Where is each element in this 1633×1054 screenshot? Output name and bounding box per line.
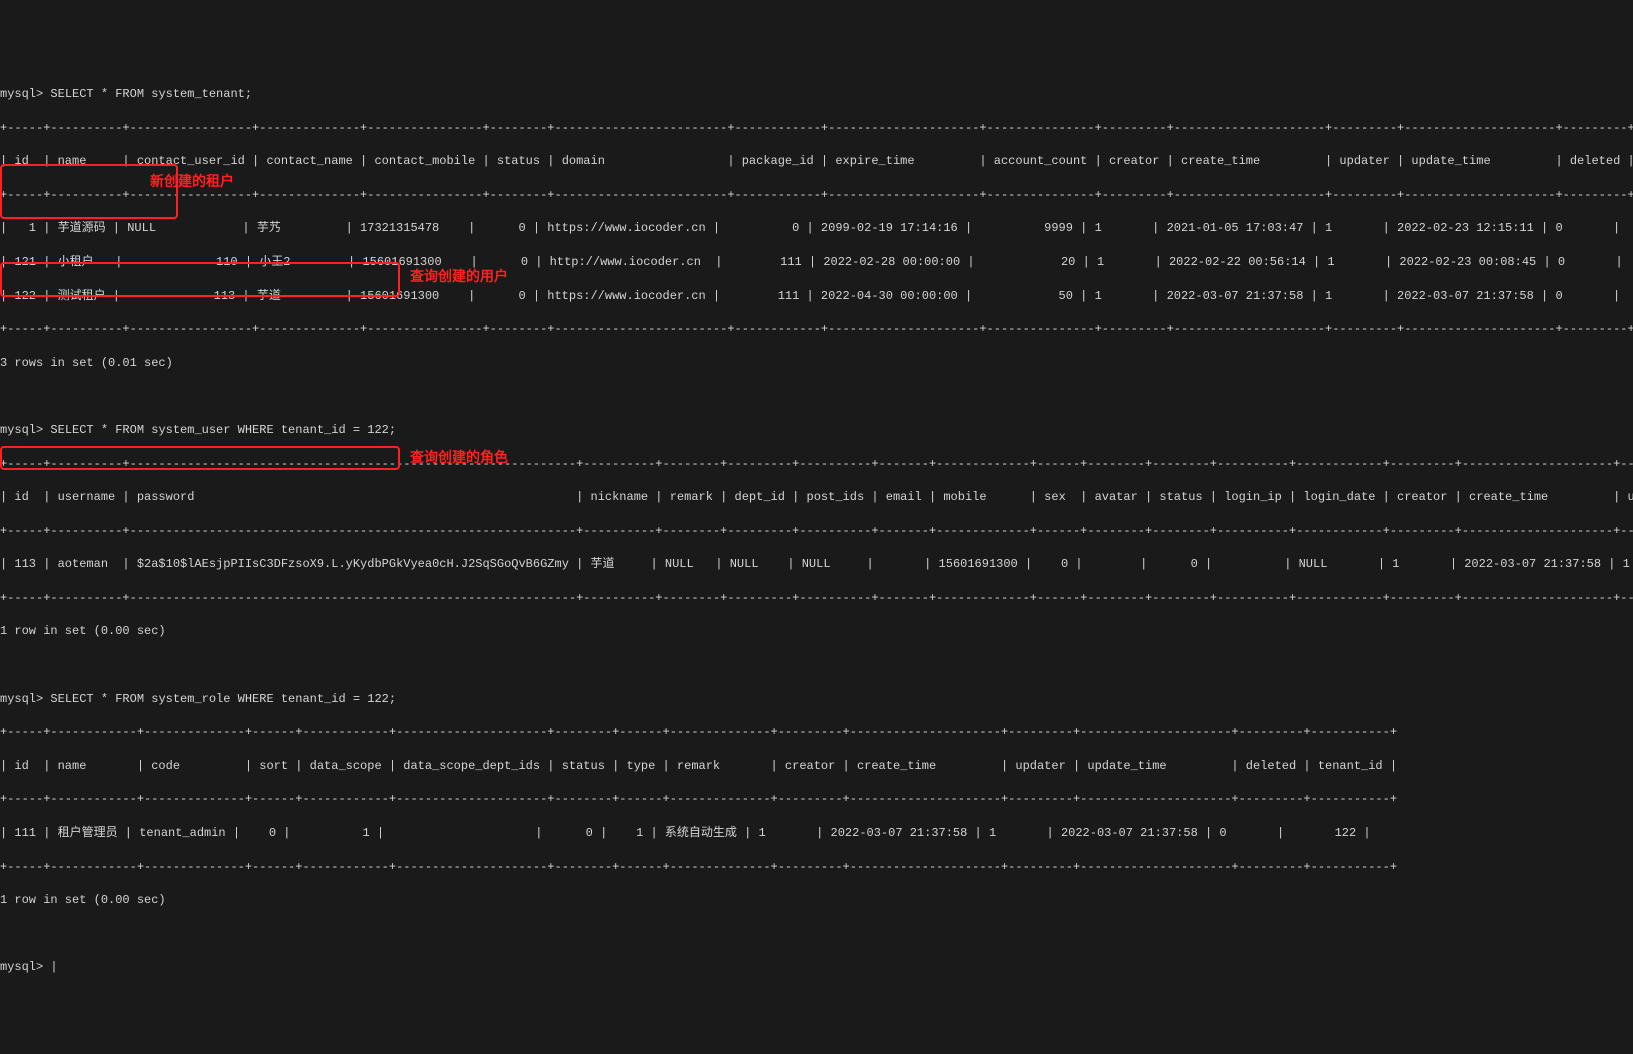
- prompt: mysql>: [0, 423, 43, 437]
- separator: +-----+----------+-----------------+----…: [0, 120, 1633, 137]
- sql-query-2: SELECT * FROM system_user WHERE tenant_i…: [50, 423, 396, 437]
- user-header: | id | username | password | nickname | …: [0, 489, 1633, 506]
- summary: 1 row in set (0.00 sec): [0, 623, 1633, 640]
- summary: 1 row in set (0.00 sec): [0, 892, 1633, 909]
- terminal-output: mysql> SELECT * FROM system_tenant; +---…: [0, 69, 1633, 1054]
- separator: +-----+----------+----------------------…: [0, 523, 1633, 540]
- user-row: | 113 | aoteman | $2a$10$lAEsjpPIIsC3DFz…: [0, 556, 1633, 573]
- prompt-line[interactable]: mysql> |: [0, 959, 1633, 976]
- separator: +-----+----------+----------------------…: [0, 456, 1633, 473]
- blank: [0, 657, 1633, 674]
- separator: +-----+----------+-----------------+----…: [0, 321, 1633, 338]
- sql-query-3: SELECT * FROM system_role WHERE tenant_i…: [50, 692, 396, 706]
- summary: 3 rows in set (0.01 sec): [0, 355, 1633, 372]
- query-line-3: mysql> SELECT * FROM system_role WHERE t…: [0, 691, 1633, 708]
- tenant-row: | 122 | 测试租户 | 113 | 芋道 | 15601691300 | …: [0, 288, 1633, 305]
- role-row: | 111 | 租户管理员 | tenant_admin | 0 | 1 | |…: [0, 825, 1633, 842]
- prompt: mysql>: [0, 960, 43, 974]
- annotation-query-user: 查询创建的用户: [410, 267, 508, 287]
- blank: [0, 388, 1633, 405]
- separator: +-----+------------+--------------+-----…: [0, 859, 1633, 876]
- sql-query-1: SELECT * FROM system_tenant;: [50, 87, 252, 101]
- tenant-header: | id | name | contact_user_id | contact_…: [0, 153, 1633, 170]
- separator: +-----+------------+--------------+-----…: [0, 791, 1633, 808]
- prompt: mysql>: [0, 87, 43, 101]
- annotation-query-role: 查询创建的角色: [410, 448, 508, 468]
- query-line-2: mysql> SELECT * FROM system_user WHERE t…: [0, 422, 1633, 439]
- separator: +-----+------------+--------------+-----…: [0, 724, 1633, 741]
- tenant-row: | 121 | 小租户 | 110 | 小王2 | 15601691300 | …: [0, 254, 1633, 271]
- separator: +-----+----------+----------------------…: [0, 590, 1633, 607]
- query-line-1: mysql> SELECT * FROM system_tenant;: [0, 86, 1633, 103]
- role-header: | id | name | code | sort | data_scope |…: [0, 758, 1633, 775]
- separator: +-----+----------+-----------------+----…: [0, 187, 1633, 204]
- prompt: mysql>: [0, 692, 43, 706]
- cursor: |: [50, 960, 57, 974]
- tenant-row: | 1 | 芋道源码 | NULL | 芋艿 | 17321315478 | 0…: [0, 220, 1633, 237]
- annotation-new-tenant: 新创建的租户: [150, 172, 234, 192]
- blank: [0, 926, 1633, 943]
